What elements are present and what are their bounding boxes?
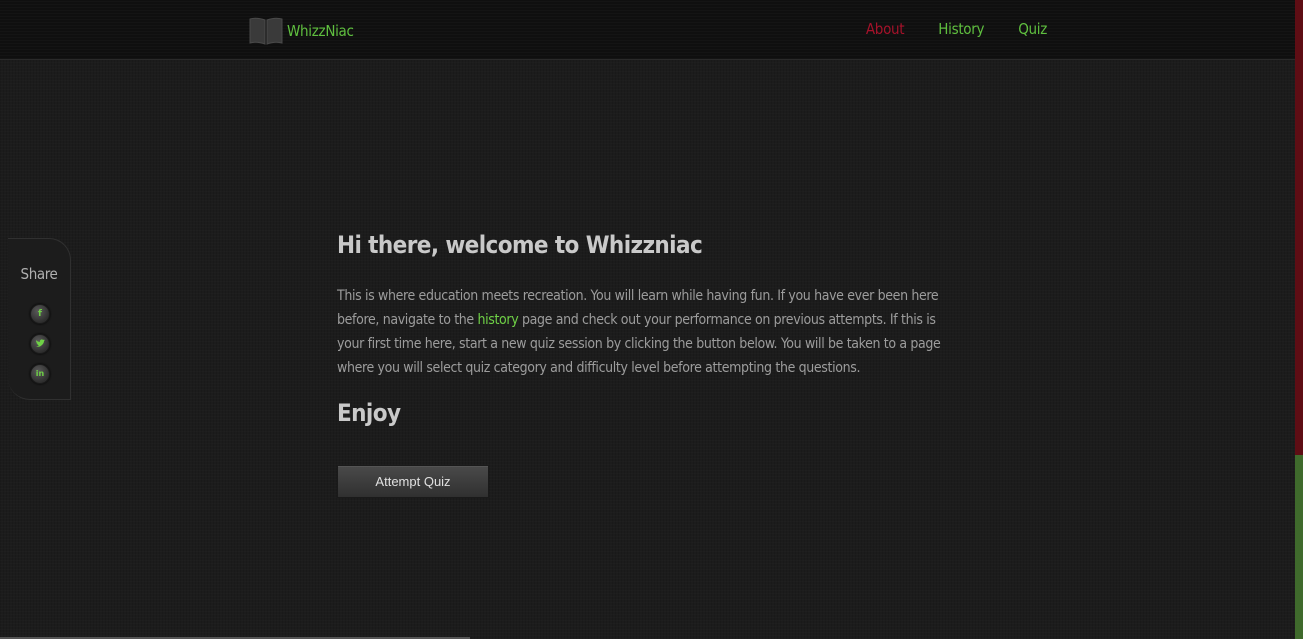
attempt-quiz-button[interactable]: Attempt Quiz — [337, 465, 489, 498]
welcome-heading: Hi there, welcome to Whizzniac — [337, 231, 703, 259]
top-navbar: WhizzNiac About History Quiz — [0, 0, 1295, 60]
share-panel: Share f in — [8, 238, 71, 400]
nav-links: About History Quiz — [832, 20, 1047, 38]
nav-link-history[interactable]: History — [938, 20, 984, 38]
twitter-icon[interactable] — [30, 334, 50, 354]
share-title: Share — [20, 265, 58, 283]
brand-name[interactable]: WhizzNiac — [287, 16, 354, 46]
facebook-icon[interactable]: f — [30, 304, 50, 324]
scrollbar-lower-track[interactable] — [1295, 455, 1303, 639]
nav-link-quiz[interactable]: Quiz — [1018, 20, 1047, 38]
intro-paragraph: This is where education meets recreation… — [337, 284, 957, 380]
linkedin-icon[interactable]: in — [30, 364, 50, 384]
scrollbar-thumb[interactable] — [1295, 0, 1303, 455]
brand-logo[interactable]: WhizzNiac — [248, 15, 354, 47]
book-icon — [249, 17, 283, 45]
twitter-bird-icon — [36, 339, 45, 347]
history-link[interactable]: history — [477, 312, 518, 328]
enjoy-heading: Enjoy — [337, 399, 401, 427]
nav-link-about[interactable]: About — [866, 20, 905, 38]
main-content: Hi there, welcome to Whizzniac This is w… — [337, 226, 957, 498]
